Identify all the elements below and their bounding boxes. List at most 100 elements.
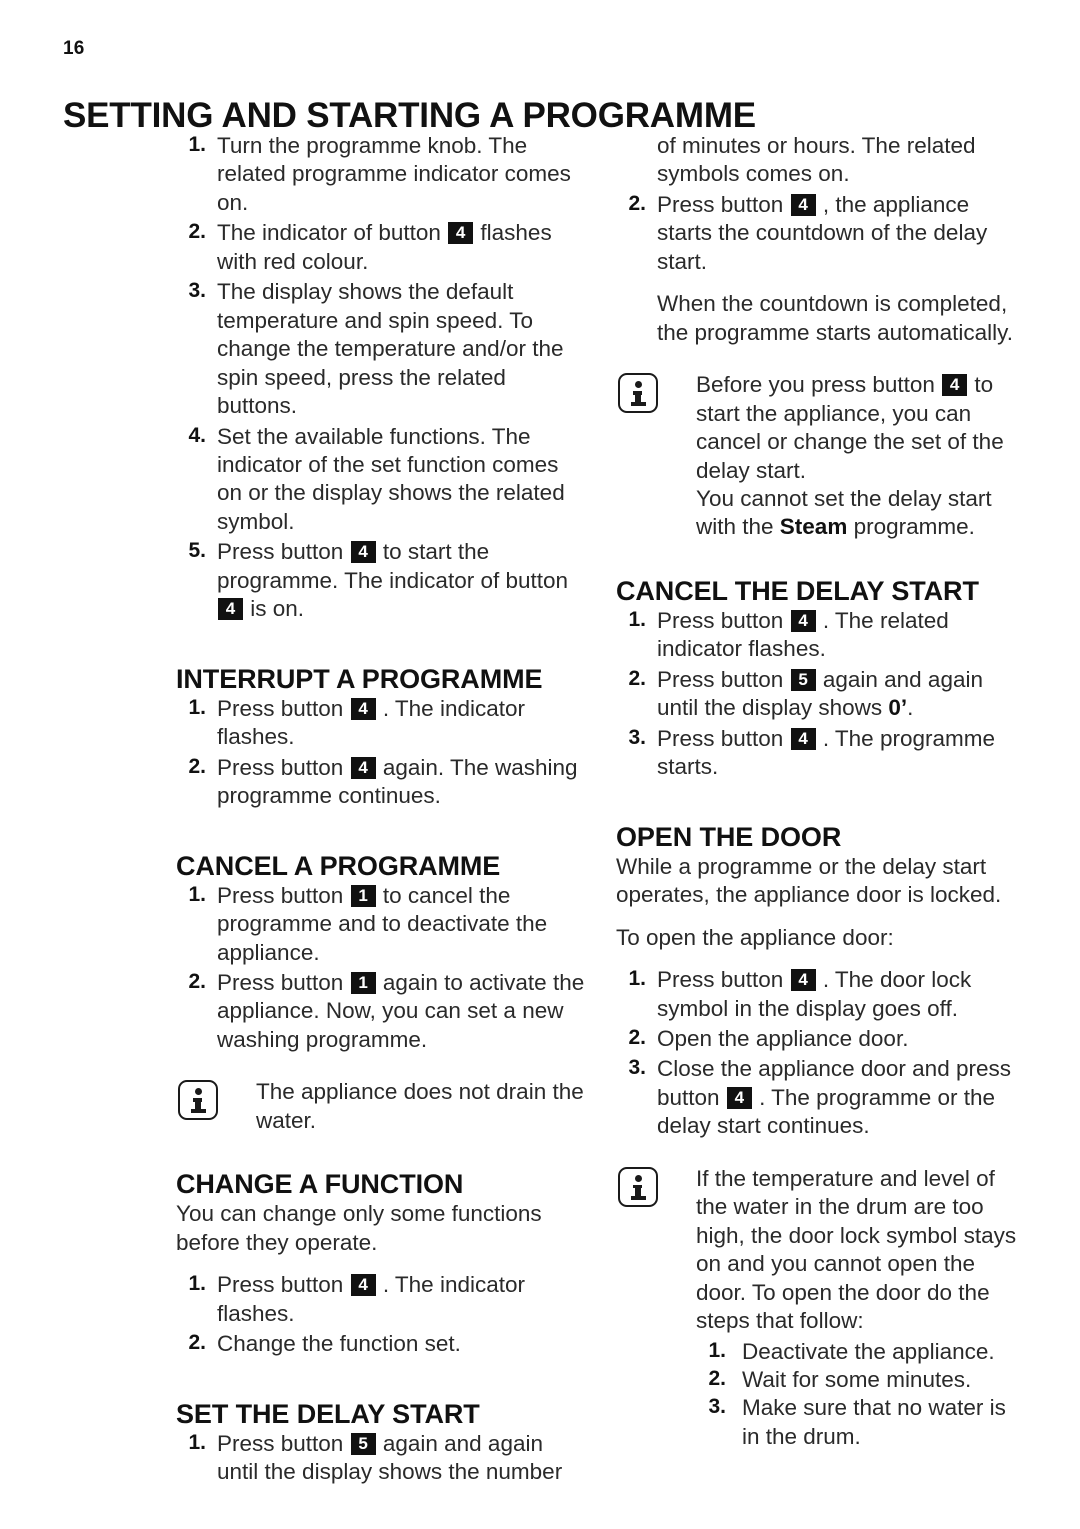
button-key-4: 4 [448,222,474,245]
change-function-steps: 1. Press button 4 . The indicator flashes… [176,1271,588,1358]
note-text: If the temperature and level of the wate… [696,1165,1017,1334]
list-item-text: Press button 4 . The related indicator f… [657,607,949,662]
button-key-1: 1 [350,884,376,907]
left-column: 1. Turn the programme knob. The related p… [176,132,588,1489]
list-item: 3. The display shows the default temperat… [176,278,588,420]
list-item-number: 1. [628,967,646,991]
note-text: The appliance does not drain the water. [256,1079,584,1133]
button-key-4: 4 [350,697,376,720]
list-item: 1. Turn the programme knob. The related p… [176,132,588,217]
cancel-programme-steps: 1. Press button 1 to cancel the programme… [176,882,588,1055]
page-title: SETTING AND STARTING A PROGRAMME [63,96,756,136]
button-key-4: 4 [790,969,816,992]
button-key-1: 1 [350,971,376,994]
heading-cancel-the-delay-start: CANCEL THE DELAY START [616,575,979,606]
list-item: 2. Open the appliance door. [616,1025,1028,1053]
button-key-4: 4 [726,1086,752,1109]
list-item-number: 3. [188,279,206,303]
list-item-text: Press button 4 to start the programme. T… [217,539,569,622]
list-item: 2. Press button 1 again to activate the a… [176,969,588,1054]
list-item-number: 2. [188,754,206,778]
interrupt-steps: 1. Press button 4 . The indicator flashes… [176,695,588,811]
list-item-text: Wait for some minutes. [742,1366,972,1392]
button-key-4: 4 [350,756,376,779]
list-item-number: 1. [628,607,646,631]
info-icon [178,1080,218,1121]
delay-start-continued-steps: of minutes or hours. The related symbols… [616,132,1028,276]
list-item-text: Press button 4 again. The washing progra… [217,754,578,809]
list-item-number: 3. [708,1395,726,1419]
setting-starting-steps: 1. Turn the programme knob. The related p… [176,132,588,624]
list-item-number: 2. [628,191,646,215]
list-item: 3. Close the appliance door and press but… [616,1055,1028,1140]
open-door-intro-2: To open the appliance door: [616,924,894,950]
delay-start-continuation-text: When the countdown is completed, the pro… [657,291,1013,345]
list-item-number: 5. [188,539,206,563]
list-item-text: Set the available functions. The indicat… [217,423,565,534]
button-key-4: 4 [790,193,816,216]
list-item-number: 2. [188,1331,206,1355]
list-item-number: 2. [708,1366,726,1390]
heading-change-a-function: CHANGE A FUNCTION [176,1169,464,1200]
list-item-number: 2. [628,1025,646,1049]
list-item-number: 1. [188,695,206,719]
note-nested-steps: 1. Deactivate the appliance. 2. Wait for so… [696,1338,1028,1452]
list-item-number: 3. [628,1056,646,1080]
section-change-a-function: CHANGE A FUNCTION You can change only so… [176,1169,588,1358]
list-item: 3. Make sure that no water is in the drum… [696,1394,1028,1451]
button-key-4: 4 [218,598,243,621]
note-text: Before you press button 4 to start the a… [696,372,1004,540]
list-item: 3. Press button 4 . The programme starts. [616,725,1028,782]
section-set-the-delay-start: SET THE DELAY START 1. Press button 5 aga… [176,1399,588,1487]
manual-page: 16 SETTING AND STARTING A PROGRAMME 1. Tu… [0,0,1080,1529]
list-item: 1. Deactivate the appliance. [696,1338,1028,1366]
list-item-text: Press button 4 . The indicator flashes. [217,1272,525,1326]
section-open-the-door: OPEN THE DOOR While a programme or the d… [616,822,1028,1452]
list-item-text: of minutes or hours. The related symbols… [657,133,976,187]
button-key-4: 4 [790,727,816,750]
cancel-delay-start-steps: 1. Press button 4 . The related indicator… [616,607,1028,782]
list-item-number: 2. [188,220,206,244]
open-door-steps: 1. Press button 4 . The door lock symbol … [616,966,1028,1141]
list-item: 1. Press button 4 . The related indicator… [616,607,1028,664]
open-door-intro-1: While a programme or the delay start ope… [616,853,1002,908]
list-item-text: Turn the programme knob. The related pro… [217,133,571,215]
list-item-text: Press button 5 again and again until the… [217,1430,563,1485]
list-item-text: Make sure that no water is in the drum. [742,1395,1006,1449]
section-cancel-the-delay-start: CANCEL THE DELAY START 1. Press button 4 … [616,576,1028,782]
button-key-4: 4 [942,374,968,397]
right-column: of minutes or hours. The related symbols… [616,132,1028,1463]
list-item-number: 4. [188,423,206,447]
list-item-text: Press button 4 . The programme starts. [657,725,995,780]
list-item-number: 1. [188,1272,206,1296]
list-item: 1. Press button 4 . The indicator flashes… [176,1271,588,1328]
button-key-4: 4 [350,541,376,564]
heading-set-the-delay-start: SET THE DELAY START [176,1398,480,1429]
heading-open-the-door: OPEN THE DOOR [616,821,842,852]
list-item: 1. Press button 1 to cancel the programme… [176,882,588,967]
list-item-text: The indicator of button 4 flashes with r… [217,220,552,274]
list-item: 2. Wait for some minutes. [696,1366,1028,1394]
list-item-text: The display shows the default temperatur… [217,279,564,419]
list-item-number: 1. [188,133,206,156]
section-interrupt-a-programme: INTERRUPT A PROGRAMME 1. Press button 4 .… [176,664,588,811]
list-item-number: 1. [188,882,206,906]
button-key-4: 4 [350,1274,376,1297]
list-item-text: Change the function set. [217,1331,461,1357]
list-item-text: Press button 4 . The door lock symbol in… [657,967,972,1021]
note-temperature-and-level: If the temperature and level of the wate… [616,1165,1028,1452]
button-key-5: 5 [790,668,816,691]
emphasis-text: 0’ [888,695,908,721]
list-item-number: 1. [708,1338,726,1362]
list-item-text: Press button 1 to cancel the programme a… [217,882,548,965]
list-item-text: Press button 1 again to activate the app… [217,969,585,1052]
note-before-you-press-button: Before you press button 4 to start the a… [616,371,1028,542]
section-cancel-a-programme: CANCEL A PROGRAMME 1. Press button 1 to c… [176,851,588,1136]
list-item-text: Press button 5 again and again until the… [657,666,983,721]
list-item: 1. Press button 4 . The indicator flashes… [176,695,588,752]
list-item-number: 2. [188,969,206,993]
list-item: 2. Press button 5 again and again until t… [616,666,1028,723]
heading-cancel-a-programme: CANCEL A PROGRAMME [176,850,501,881]
list-item: 1. Press button 4 . The door lock symbol … [616,966,1028,1023]
list-item: 2. The indicator of button 4 flashes with… [176,219,588,276]
